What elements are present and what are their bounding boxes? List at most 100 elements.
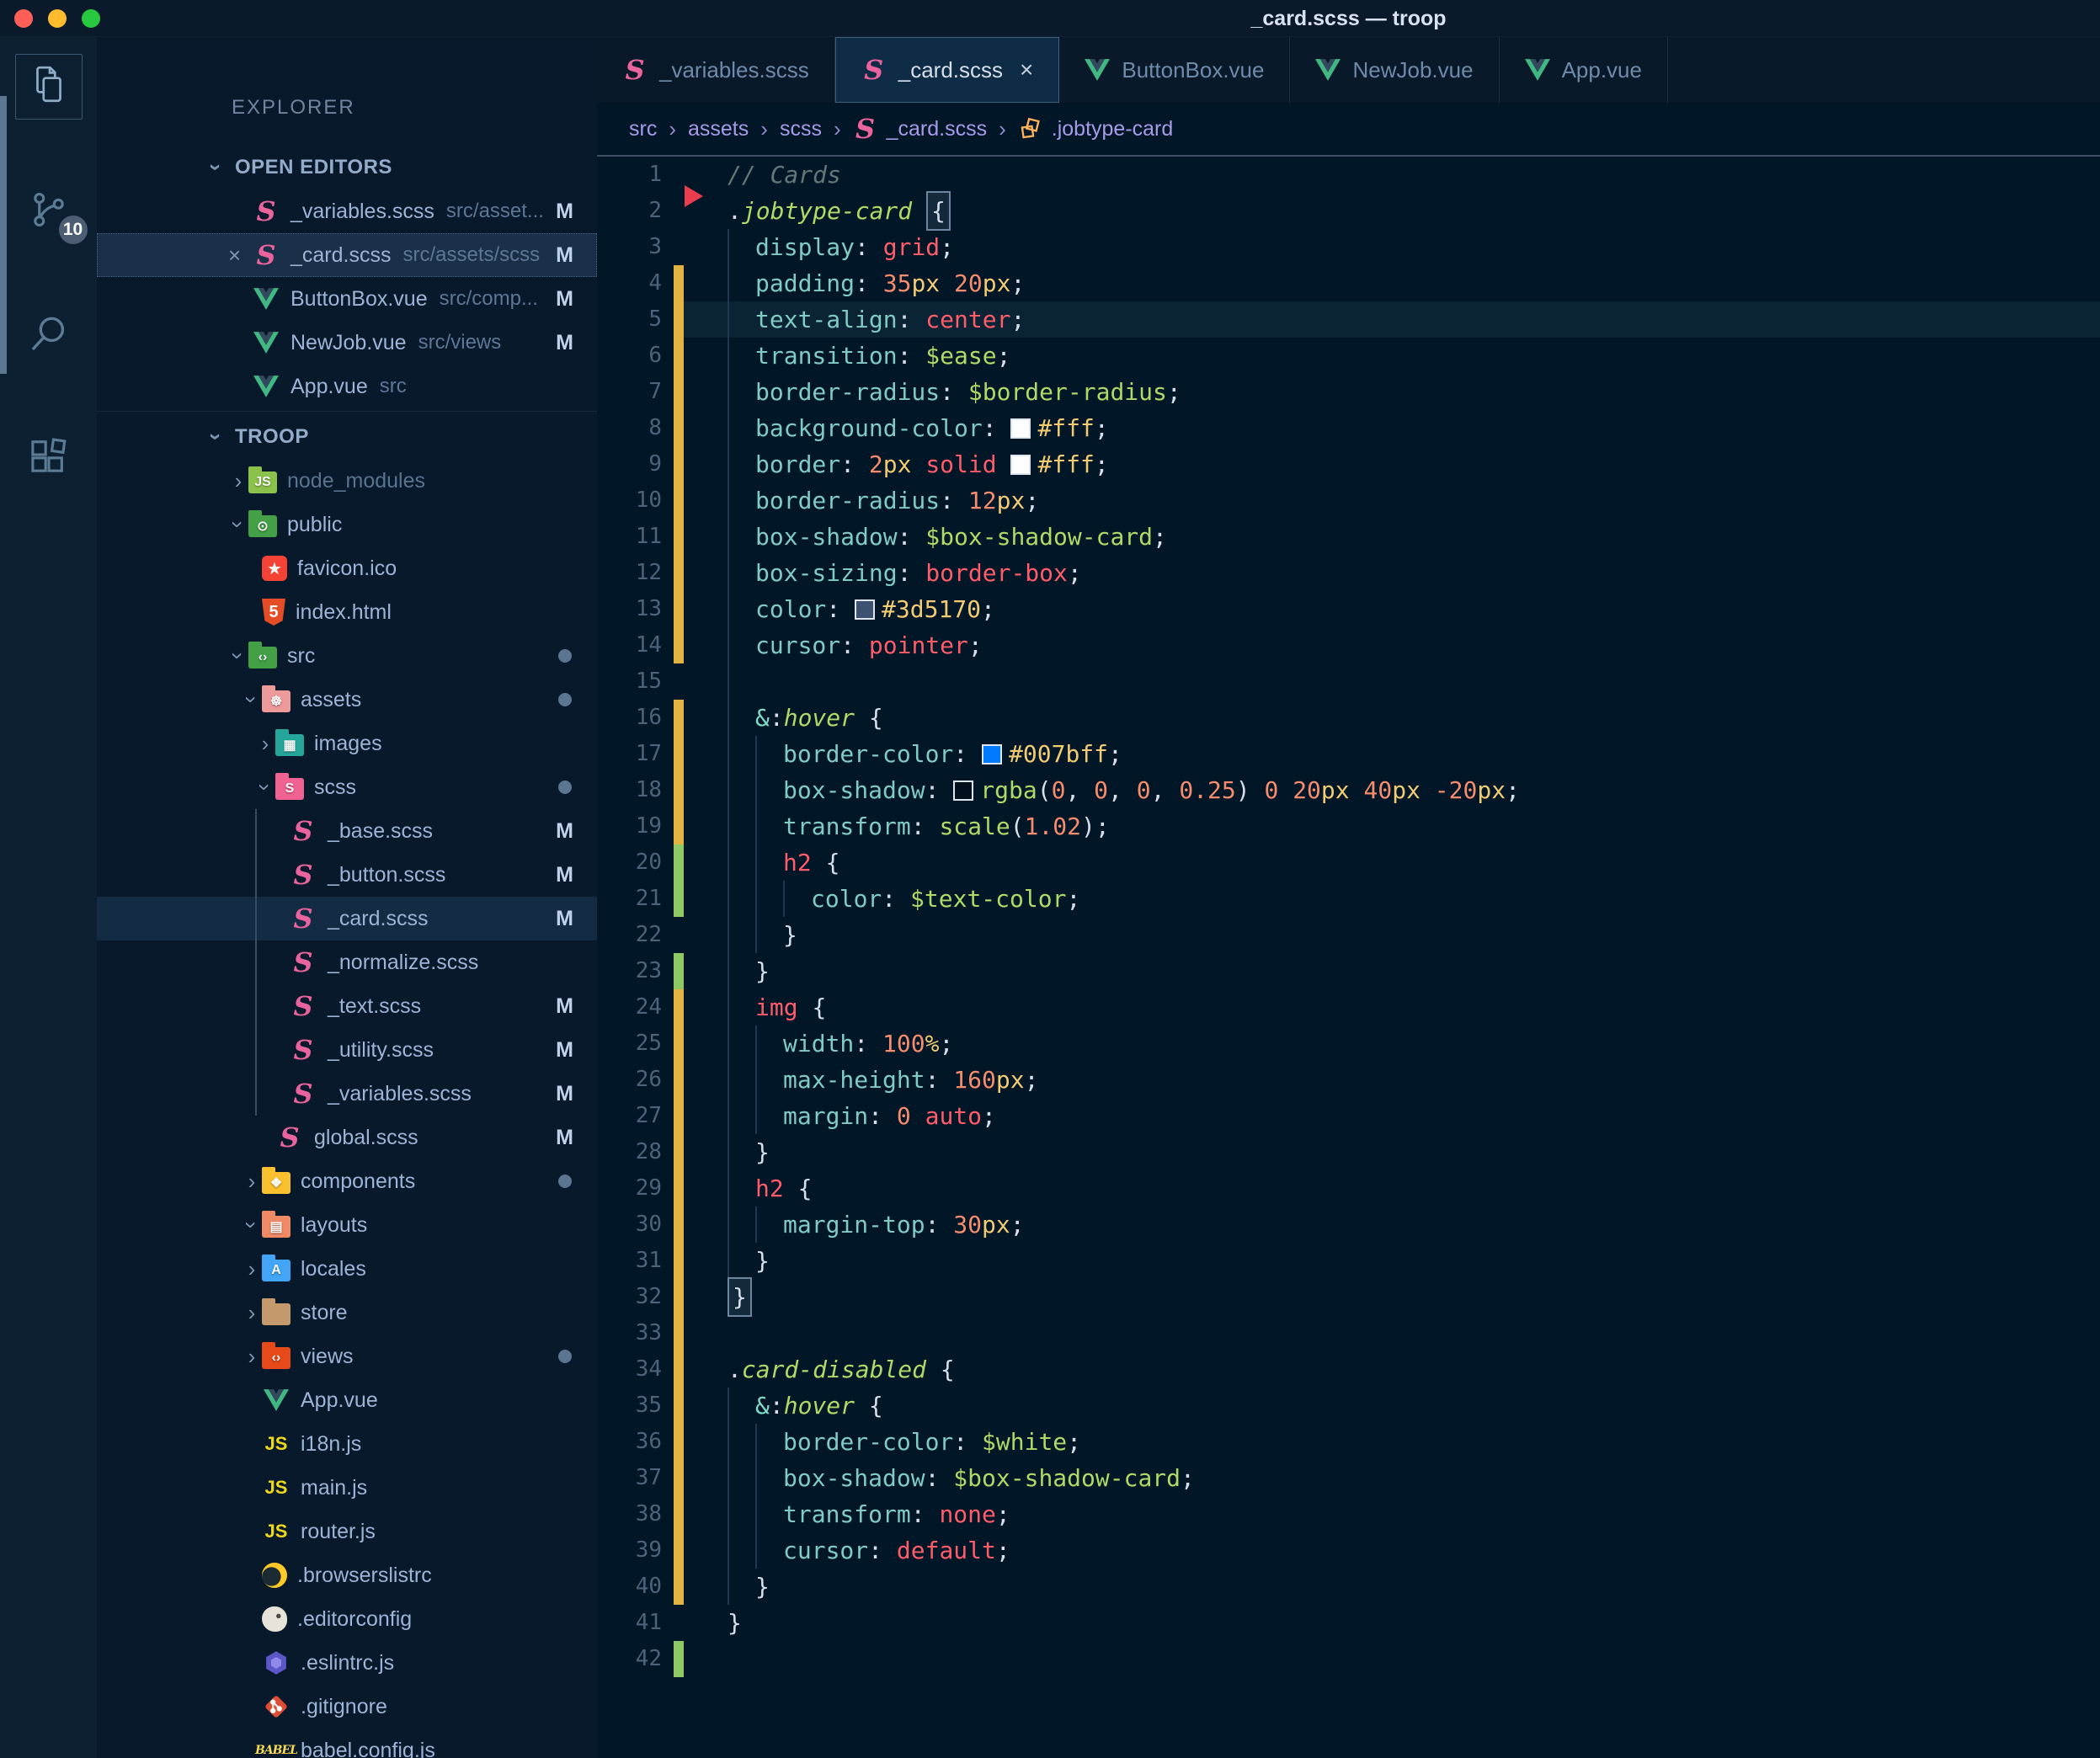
code-line-30[interactable]: 30margin-top: 30px; [597,1207,2100,1243]
project-header[interactable]: › TROOP [97,414,597,459]
code-line-39[interactable]: 39cursor: default; [597,1532,2100,1569]
close-window-button[interactable] [14,9,33,28]
activity-explorer[interactable] [15,54,83,120]
tab-_card.scss[interactable]: S_card.scss× [835,37,1060,103]
tree-item-.eslintrc.js[interactable]: .eslintrc.js [97,1641,597,1685]
code-line-21[interactable]: 21color: $text-color; [597,881,2100,917]
tree-item-main.js[interactable]: JSmain.js [97,1466,597,1510]
code-line-17[interactable]: 17border-color: #007bff; [597,736,2100,772]
open-editor-App.vue[interactable]: App.vuesrc [97,365,597,408]
tree-item-components[interactable]: ›❖components [97,1159,597,1203]
tree-item-scss[interactable]: ›Sscss [97,765,597,809]
tree-item-layouts[interactable]: ›▤layouts [97,1203,597,1247]
tree-item-_normalize.scss[interactable]: S_normalize.scss [97,940,597,984]
tree-item-router.js[interactable]: JSrouter.js [97,1510,597,1553]
code-line-31[interactable]: 31} [597,1243,2100,1279]
code-line-4[interactable]: 4padding: 35px 20px; [597,265,2100,301]
tree-item-node_modules[interactable]: ›JSnode_modules [97,459,597,503]
code-line-13[interactable]: 13color: #3d5170; [597,591,2100,627]
code-line-26[interactable]: 26max-height: 160px; [597,1062,2100,1098]
tree-item-.gitignore[interactable]: .gitignore [97,1685,597,1729]
code-line-7[interactable]: 7border-radius: $border-radius; [597,374,2100,410]
code-line-8[interactable]: 8background-color: #fff; [597,410,2100,446]
code-line-10[interactable]: 10border-radius: 12px; [597,482,2100,519]
tree-item-images[interactable]: ›▦images [97,722,597,765]
tab-NewJob.vue[interactable]: NewJob.vue [1290,37,1499,103]
breadcrumb-item-assets[interactable]: assets [688,117,749,141]
open-editor-NewJob.vue[interactable]: NewJob.vuesrc/viewsM [97,321,597,365]
chevron-right-icon[interactable]: › [242,1170,262,1192]
tree-item-public[interactable]: ›⊙public [97,503,597,546]
code-line-12[interactable]: 12box-sizing: border-box; [597,555,2100,591]
open-editor-_variables.scss[interactable]: S_variables.scsssrc/asset...M [97,189,597,233]
code-line-34[interactable]: 34.card-disabled { [597,1351,2100,1388]
close-editor-icon[interactable]: × [228,242,252,269]
code-line-24[interactable]: 24img { [597,989,2100,1026]
code-line-19[interactable]: 19transform: scale(1.02); [597,808,2100,844]
chevron-right-icon[interactable]: › [228,470,248,492]
code-line-6[interactable]: 6transition: $ease; [597,338,2100,374]
chevron-down-icon[interactable]: › [254,777,276,797]
tree-item-.editorconfig[interactable]: .editorconfig [97,1597,597,1641]
tree-item-index.html[interactable]: 5index.html [97,590,597,634]
code-line-2[interactable]: 2.jobtype-card { [597,193,2100,229]
tree-item-_variables.scss[interactable]: S_variables.scssM [97,1072,597,1116]
code-line-3[interactable]: 3display: grid; [597,229,2100,265]
breadcrumb-item-scss[interactable]: scss [780,117,822,141]
code-line-33[interactable]: 33 [597,1315,2100,1351]
code-line-32[interactable]: 32} [597,1279,2100,1315]
code-line-38[interactable]: 38transform: none; [597,1496,2100,1532]
tree-item-.browserslistrc[interactable]: .browserslistrc [97,1553,597,1597]
activity-extensions[interactable] [15,428,83,493]
code-line-27[interactable]: 27margin: 0 auto; [597,1098,2100,1134]
chevron-down-icon[interactable]: › [227,514,249,535]
code-line-29[interactable]: 29h2 { [597,1170,2100,1207]
code-line-28[interactable]: 28} [597,1134,2100,1170]
tree-item-babel.config.js[interactable]: BABELbabel.config.js [97,1729,597,1758]
code-line-36[interactable]: 36border-color: $white; [597,1424,2100,1460]
breadcrumb-item-src[interactable]: src [629,117,657,141]
activity-source-control[interactable]: 10 [15,178,83,244]
code-line-25[interactable]: 25width: 100%; [597,1026,2100,1062]
code-line-9[interactable]: 9border: 2px solid #fff; [597,446,2100,482]
open-editor-_card.scss[interactable]: ×S_card.scsssrc/assets/scssM [97,233,597,277]
close-tab-icon[interactable]: × [1020,56,1033,83]
minimize-window-button[interactable] [48,9,67,28]
tree-item-_card.scss[interactable]: S_card.scssM [97,897,597,940]
open-editors-header[interactable]: › OPEN EDITORS [97,145,597,189]
tree-item-views[interactable]: ›‹›views [97,1334,597,1378]
zoom-window-button[interactable] [82,9,100,28]
editor[interactable]: 1// Cards2.jobtype-card {3display: grid;… [597,157,2100,1758]
code-line-41[interactable]: 41} [597,1605,2100,1641]
code-line-35[interactable]: 35&:hover { [597,1388,2100,1424]
breadcrumb-item-.jobtype-card[interactable]: .jobtype-card [1018,116,1174,141]
tree-item-favicon.ico[interactable]: ★favicon.ico [97,546,597,590]
chevron-right-icon[interactable]: › [242,1345,262,1367]
code-line-22[interactable]: 22} [597,917,2100,953]
code-line-1[interactable]: 1// Cards [597,157,2100,193]
tree-item-assets[interactable]: ›☸assets [97,678,597,722]
tree-item-App.vue[interactable]: App.vue [97,1378,597,1422]
chevron-right-icon[interactable]: › [242,1302,262,1324]
tree-item-store[interactable]: ›store [97,1291,597,1334]
tree-item-global.scss[interactable]: Sglobal.scssM [97,1116,597,1159]
code-line-14[interactable]: 14cursor: pointer; [597,627,2100,663]
code-line-11[interactable]: 11box-shadow: $box-shadow-card; [597,519,2100,555]
code-line-16[interactable]: 16&:hover { [597,700,2100,736]
code-line-15[interactable]: 15 [597,663,2100,700]
code-line-40[interactable]: 40} [597,1569,2100,1605]
tree-item-i18n.js[interactable]: JSi18n.js [97,1422,597,1466]
activity-search[interactable] [15,303,83,369]
tree-item-_text.scss[interactable]: S_text.scssM [97,984,597,1028]
tab-ButtonBox.vue[interactable]: ButtonBox.vue [1059,37,1290,103]
code-line-5[interactable]: 5text-align: center; [597,301,2100,338]
tree-item-locales[interactable]: ›Alocales [97,1247,597,1291]
tree-item-_button.scss[interactable]: S_button.scssM [97,853,597,897]
code-line-37[interactable]: 37box-shadow: $box-shadow-card; [597,1460,2100,1496]
tab-App.vue[interactable]: App.vue [1500,37,1668,103]
chevron-right-icon[interactable]: › [242,1258,262,1280]
code-line-18[interactable]: 18box-shadow: rgba(0, 0, 0, 0.25) 0 20px… [597,772,2100,808]
chevron-down-icon[interactable]: › [227,646,249,666]
code-line-20[interactable]: 20h2 { [597,844,2100,881]
chevron-down-icon[interactable]: › [241,690,263,710]
